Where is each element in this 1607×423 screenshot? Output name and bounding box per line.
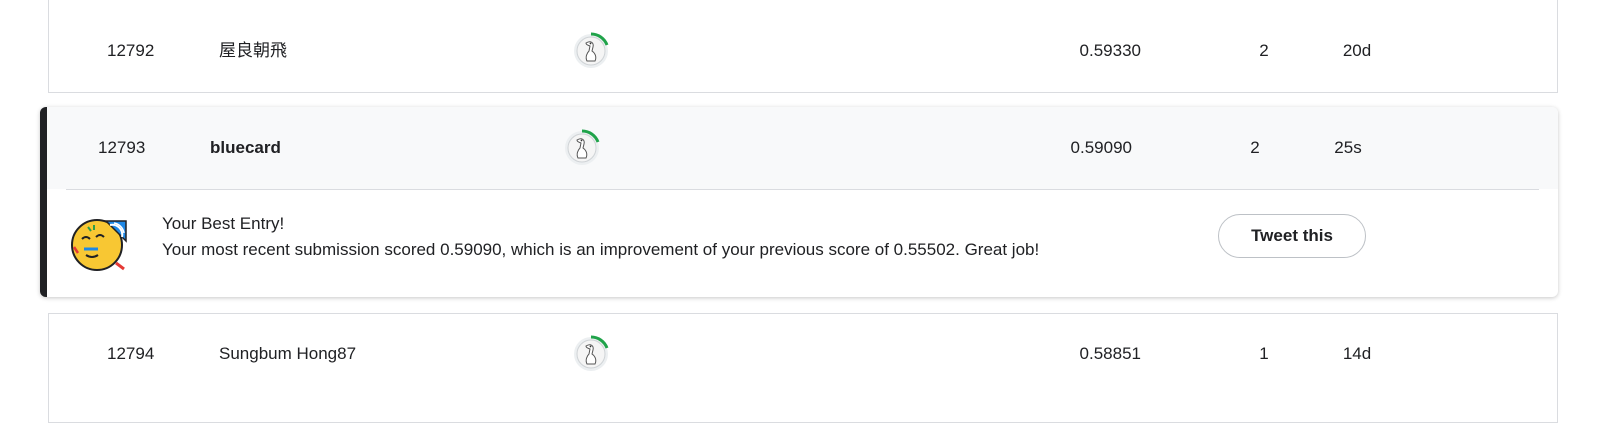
leaderboard-row[interactable]: 12794 Sungbum Hong87 0.58851 1 14d xyxy=(49,314,1557,394)
score-cell: 0.59090 xyxy=(1070,138,1132,157)
score-cell: 0.59330 xyxy=(1079,41,1141,60)
score-cell: 0.58851 xyxy=(1079,344,1141,363)
rank-cell: 12792 xyxy=(107,41,155,60)
current-user-row-box: 12793 bluecard 0.59090 2 25s Your Best E… xyxy=(40,107,1558,297)
tweet-button[interactable]: Tweet this xyxy=(1218,214,1366,258)
team-name-cell[interactable]: 屋良朝飛 xyxy=(219,11,287,91)
goose-avatar-icon[interactable] xyxy=(562,128,602,168)
last-submission-cell: 25s xyxy=(1334,138,1362,157)
best-entry-notice: Your Best Entry! Your most recent submis… xyxy=(47,190,1558,297)
last-submission-cell: 20d xyxy=(1342,41,1372,60)
team-name-cell[interactable]: Sungbum Hong87 xyxy=(219,314,356,394)
leaderboard-row-box: 12794 Sungbum Hong87 0.58851 1 14d xyxy=(48,313,1558,423)
rank-cell: 12794 xyxy=(107,344,155,363)
current-user-row[interactable]: 12793 bluecard 0.59090 2 25s xyxy=(47,107,1558,189)
rank-cell: 12793 xyxy=(98,138,146,157)
best-entry-message: Your most recent submission scored 0.590… xyxy=(162,240,1040,259)
entries-cell: 2 xyxy=(1259,41,1269,60)
entries-cell: 1 xyxy=(1259,344,1269,363)
party-face-icon xyxy=(70,213,130,273)
leaderboard-row-box: 12792 屋良朝飛 0.59330 2 20d xyxy=(48,0,1558,93)
leaderboard-row[interactable]: 12792 屋良朝飛 0.59330 2 20d xyxy=(49,11,1557,91)
team-name-cell[interactable]: bluecard xyxy=(210,107,281,189)
entries-cell: 2 xyxy=(1250,138,1260,157)
last-submission-cell: 14d xyxy=(1342,344,1372,363)
goose-avatar-icon[interactable] xyxy=(571,31,611,71)
goose-avatar-icon[interactable] xyxy=(571,334,611,374)
best-entry-title: Your Best Entry! xyxy=(162,214,285,233)
